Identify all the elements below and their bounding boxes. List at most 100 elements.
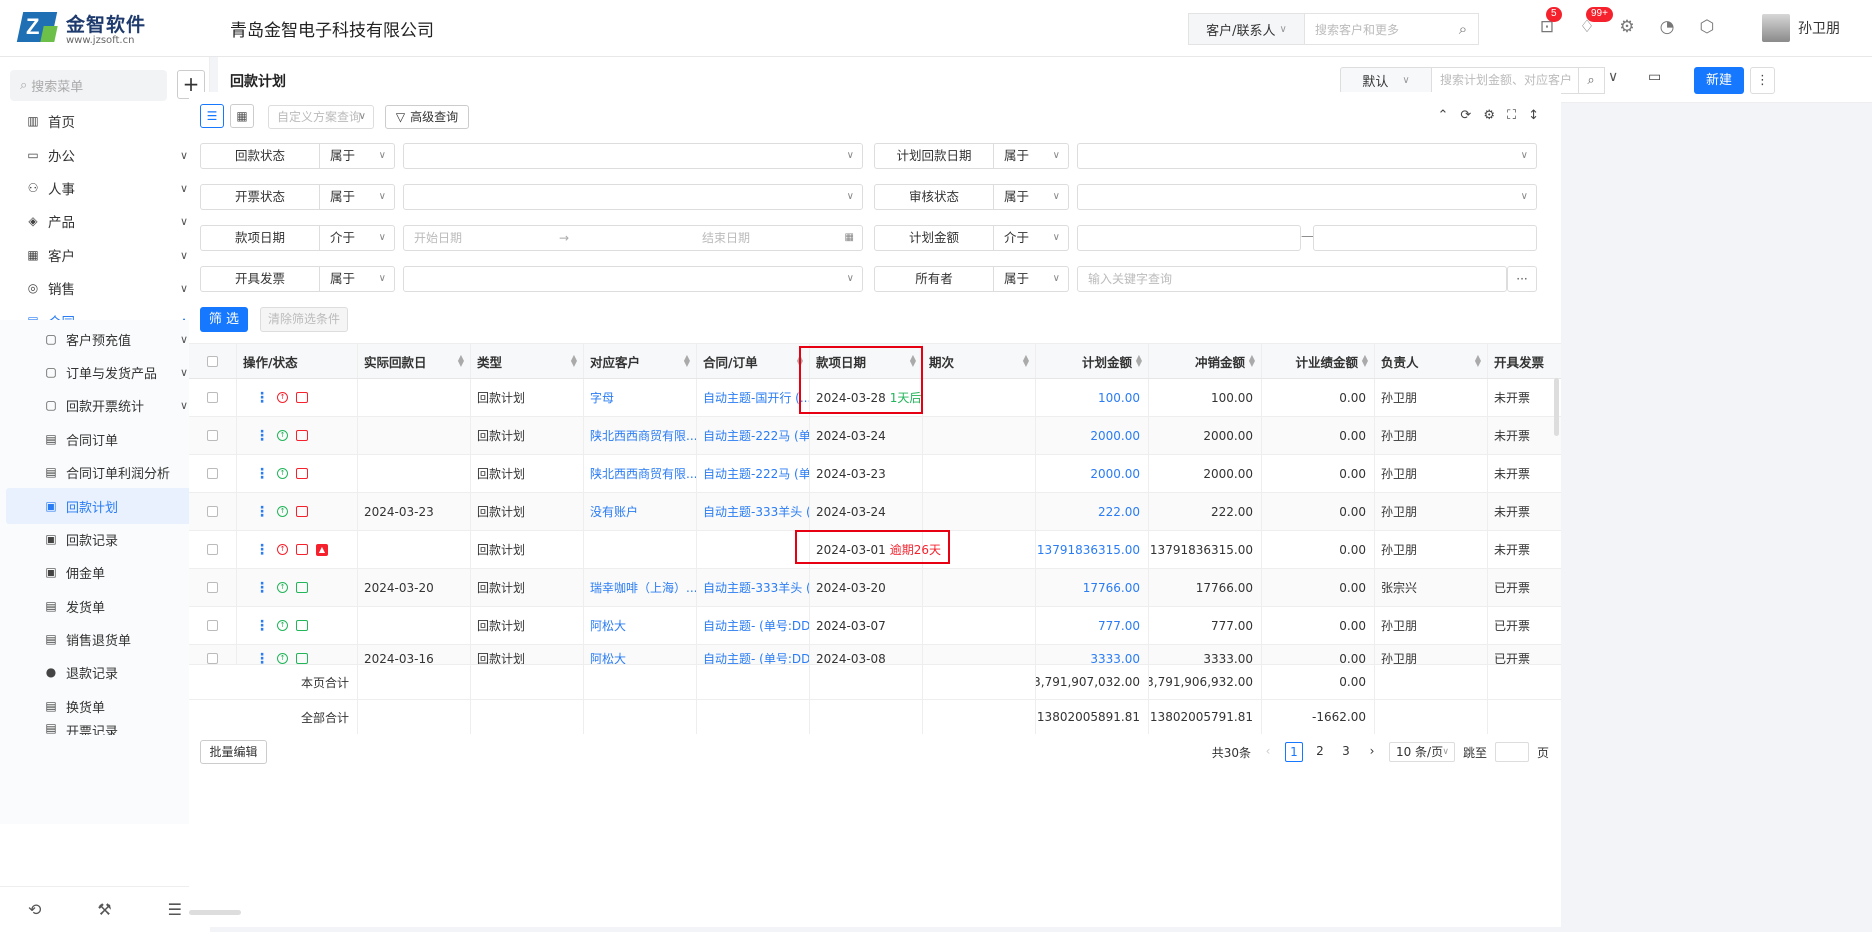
next-page-icon[interactable]: › xyxy=(1363,742,1381,762)
cell-plan[interactable]: 13791836315.00 xyxy=(1037,543,1140,557)
calendar-view-icon[interactable]: ▦ xyxy=(230,104,254,128)
monitor-icon[interactable]: ▭ xyxy=(1648,69,1661,85)
paid-status-icon[interactable]: ↑ xyxy=(277,468,288,479)
row-more-icon[interactable]: ⋮ xyxy=(255,466,269,482)
more-icon[interactable]: ··· xyxy=(1507,266,1537,292)
sidebar-item-payment-records[interactable]: ▣ 回款记录 xyxy=(0,521,210,557)
message-icon[interactable]: ⊡ 5 xyxy=(1536,7,1562,38)
bell-icon[interactable]: ♢ 99+ xyxy=(1576,7,1613,38)
invoice-status-icon[interactable] xyxy=(296,544,308,555)
page-1[interactable]: 1 xyxy=(1284,742,1303,762)
date-range-picker[interactable]: 开始日期 → 结束日期 ▦ xyxy=(403,225,863,251)
jump-page-input[interactable] xyxy=(1494,742,1529,762)
chevron-down-icon[interactable]: ∨ xyxy=(1608,69,1618,85)
cell-plan[interactable]: 100.00 xyxy=(1098,391,1140,405)
row-checkbox[interactable] xyxy=(207,468,218,479)
refresh-icon[interactable]: ⟳ xyxy=(1460,108,1471,123)
cell-plan[interactable]: 2000.00 xyxy=(1090,429,1140,443)
row-checkbox[interactable] xyxy=(207,620,218,631)
sidebar-item-hr[interactable]: ⚇ 人事 ∨ xyxy=(0,170,210,206)
vertical-scrollbar[interactable] xyxy=(1554,378,1559,436)
filter-operator[interactable]: 属于 ∨ xyxy=(994,266,1069,292)
row-height-icon[interactable]: ↕ xyxy=(1528,108,1539,123)
col-owner[interactable]: 负责人 ▲ ▼ xyxy=(1375,344,1488,378)
cell-plan[interactable]: 17766.00 xyxy=(1083,581,1140,595)
list-search-input[interactable]: 搜索计划金额、对应客户 xyxy=(1431,67,1579,94)
sidebar-item-contract-orders[interactable]: ▤ 合同订单 xyxy=(0,421,210,457)
owner-search-input[interactable]: 输入关键字查询 xyxy=(1077,266,1507,292)
sidebar-item-refund[interactable]: ● 退款记录 xyxy=(0,654,210,690)
invoice-status-icon[interactable] xyxy=(296,653,308,664)
settings-icon[interactable]: ⚙ xyxy=(1616,16,1638,38)
amount-max-input[interactable] xyxy=(1313,225,1537,251)
table-row[interactable]: ⋮ ↑ ▲ 回款计划 13791836315.00 13791836315.00 0.00 孙… xyxy=(189,531,1561,569)
paid-status-icon[interactable]: ↑ xyxy=(277,506,288,517)
cell-contract[interactable]: 自动主题-333羊头 (... xyxy=(703,503,809,520)
sidebar-item-delivery[interactable]: ▤ 发货单 xyxy=(0,588,210,624)
tools-icon[interactable]: ⚒ xyxy=(97,900,111,919)
cell-plan[interactable]: 2000.00 xyxy=(1090,467,1140,481)
sidebar-item-payment-plan[interactable]: ▣ 回款计划 xyxy=(6,488,204,524)
col-customer[interactable]: 对应客户 ▲ ▼ xyxy=(584,344,697,378)
invoice-status-icon[interactable] xyxy=(296,582,308,593)
logo[interactable]: Z 金智软件 www.jzsoft.cn xyxy=(0,0,210,57)
filter-operator[interactable]: 属于 ∨ xyxy=(320,266,395,292)
filter-operator[interactable]: 属于 ∨ xyxy=(320,143,395,169)
global-search-input[interactable]: 搜索客户和更多 xyxy=(1305,21,1448,38)
cube-icon[interactable]: ⬡ xyxy=(1696,16,1718,38)
row-more-icon[interactable]: ⋮ xyxy=(255,504,269,520)
sidebar-item-customer[interactable]: ▦ 客户 ∨ xyxy=(0,237,210,273)
cell-customer[interactable]: 陕北西西商贸有限... xyxy=(590,465,696,482)
row-more-icon[interactable]: ⋮ xyxy=(255,428,269,444)
sidebar-item-exchange[interactable]: ▤ 换货单 xyxy=(0,688,210,724)
col-contract[interactable]: 合同/订单 ▲ ▼ xyxy=(697,344,810,378)
new-button[interactable]: 新建 xyxy=(1694,67,1744,94)
col-actual-date[interactable]: 实际回款日 ▲ ▼ xyxy=(358,344,471,378)
chart-icon[interactable]: ◔ xyxy=(1656,16,1678,38)
row-checkbox[interactable] xyxy=(207,392,218,403)
sidebar-item-invoice-records[interactable]: ▤ 开票记录 xyxy=(0,721,210,735)
paid-status-icon[interactable]: ↑ xyxy=(277,582,288,593)
row-checkbox[interactable] xyxy=(207,506,218,517)
cell-customer[interactable]: 瑞幸咖啡（上海）... xyxy=(590,579,696,596)
unpaid-status-icon[interactable]: ↑ xyxy=(277,392,288,403)
view-select[interactable]: 默认 ∨ xyxy=(1340,67,1432,94)
user-menu[interactable]: 孙卫朋 xyxy=(1762,14,1840,42)
sidebar-item-commission[interactable]: ▣ 佣金单 xyxy=(0,554,210,590)
sidebar-item-orders-products[interactable]: ▢ 订单与发货产品 ∨ xyxy=(0,354,210,390)
cell-customer[interactable]: 阿松大 xyxy=(590,617,626,634)
overdue-warning-icon[interactable]: ▲ xyxy=(316,543,328,556)
table-row[interactable]: ⋮ ↑ 回款计划 字母 自动主题-国开行 (... 100.00 100.00 0.00 孙卫朋… xyxy=(189,379,1561,417)
cell-customer[interactable]: 没有账户 xyxy=(590,503,638,520)
sidebar-item-prepaid[interactable]: ▢ 客户预充值 ∨ xyxy=(0,321,210,357)
paid-status-icon[interactable]: ↑ xyxy=(277,620,288,631)
row-more-icon[interactable]: ⋮ xyxy=(255,580,269,596)
invoice-status-icon[interactable] xyxy=(296,620,308,631)
page-3[interactable]: 3 xyxy=(1337,742,1355,762)
filter-value-select[interactable]: ∨ xyxy=(403,143,863,169)
filter-operator[interactable]: 属于 ∨ xyxy=(994,184,1069,210)
sidebar-item-payment-stats[interactable]: ▢ 回款开票统计 ∨ xyxy=(0,387,210,423)
collapse-icon[interactable]: ⌃ xyxy=(1438,108,1449,123)
search-icon[interactable]: ⌕ xyxy=(1578,67,1605,94)
table-row[interactable]: ⋮ ↑ 2024-03-20 回款计划 瑞幸咖啡（上海）... 自动主题-333羊头 (.… xyxy=(189,569,1561,607)
advanced-query-button[interactable]: ▽ 高级查询 xyxy=(385,105,469,129)
cell-contract[interactable]: 自动主题-222马 (单... xyxy=(703,465,809,482)
row-more-icon[interactable]: ⋮ xyxy=(255,390,269,406)
row-checkbox[interactable] xyxy=(207,582,218,593)
cell-plan[interactable]: 222.00 xyxy=(1098,505,1140,519)
search-icon[interactable]: ⌕ xyxy=(1448,20,1478,38)
filter-value-select[interactable]: ∨ xyxy=(1077,143,1537,169)
sidebar-item-product[interactable]: ◈ 产品 ∨ xyxy=(0,203,210,239)
sidebar-item-sales-return[interactable]: ▤ 销售退货单 xyxy=(0,621,210,657)
clear-filter-button[interactable]: 清除筛选条件 xyxy=(260,307,348,332)
sidebar-item-home[interactable]: ▥ 首页 xyxy=(0,103,210,139)
sidebar-item-sales[interactable]: ◎ 销售 ∨ xyxy=(0,270,210,306)
paid-status-icon[interactable]: ↑ xyxy=(277,653,288,664)
row-more-icon[interactable]: ⋮ xyxy=(255,618,269,634)
cell-contract[interactable]: 自动主题-222马 (单... xyxy=(703,427,809,444)
filter-operator[interactable]: 属于 ∨ xyxy=(320,184,395,210)
filter-value-select[interactable]: ∨ xyxy=(403,266,863,292)
list-view-icon[interactable]: ☰ xyxy=(200,104,224,128)
col-type[interactable]: 类型 ▲ ▼ xyxy=(471,344,584,378)
